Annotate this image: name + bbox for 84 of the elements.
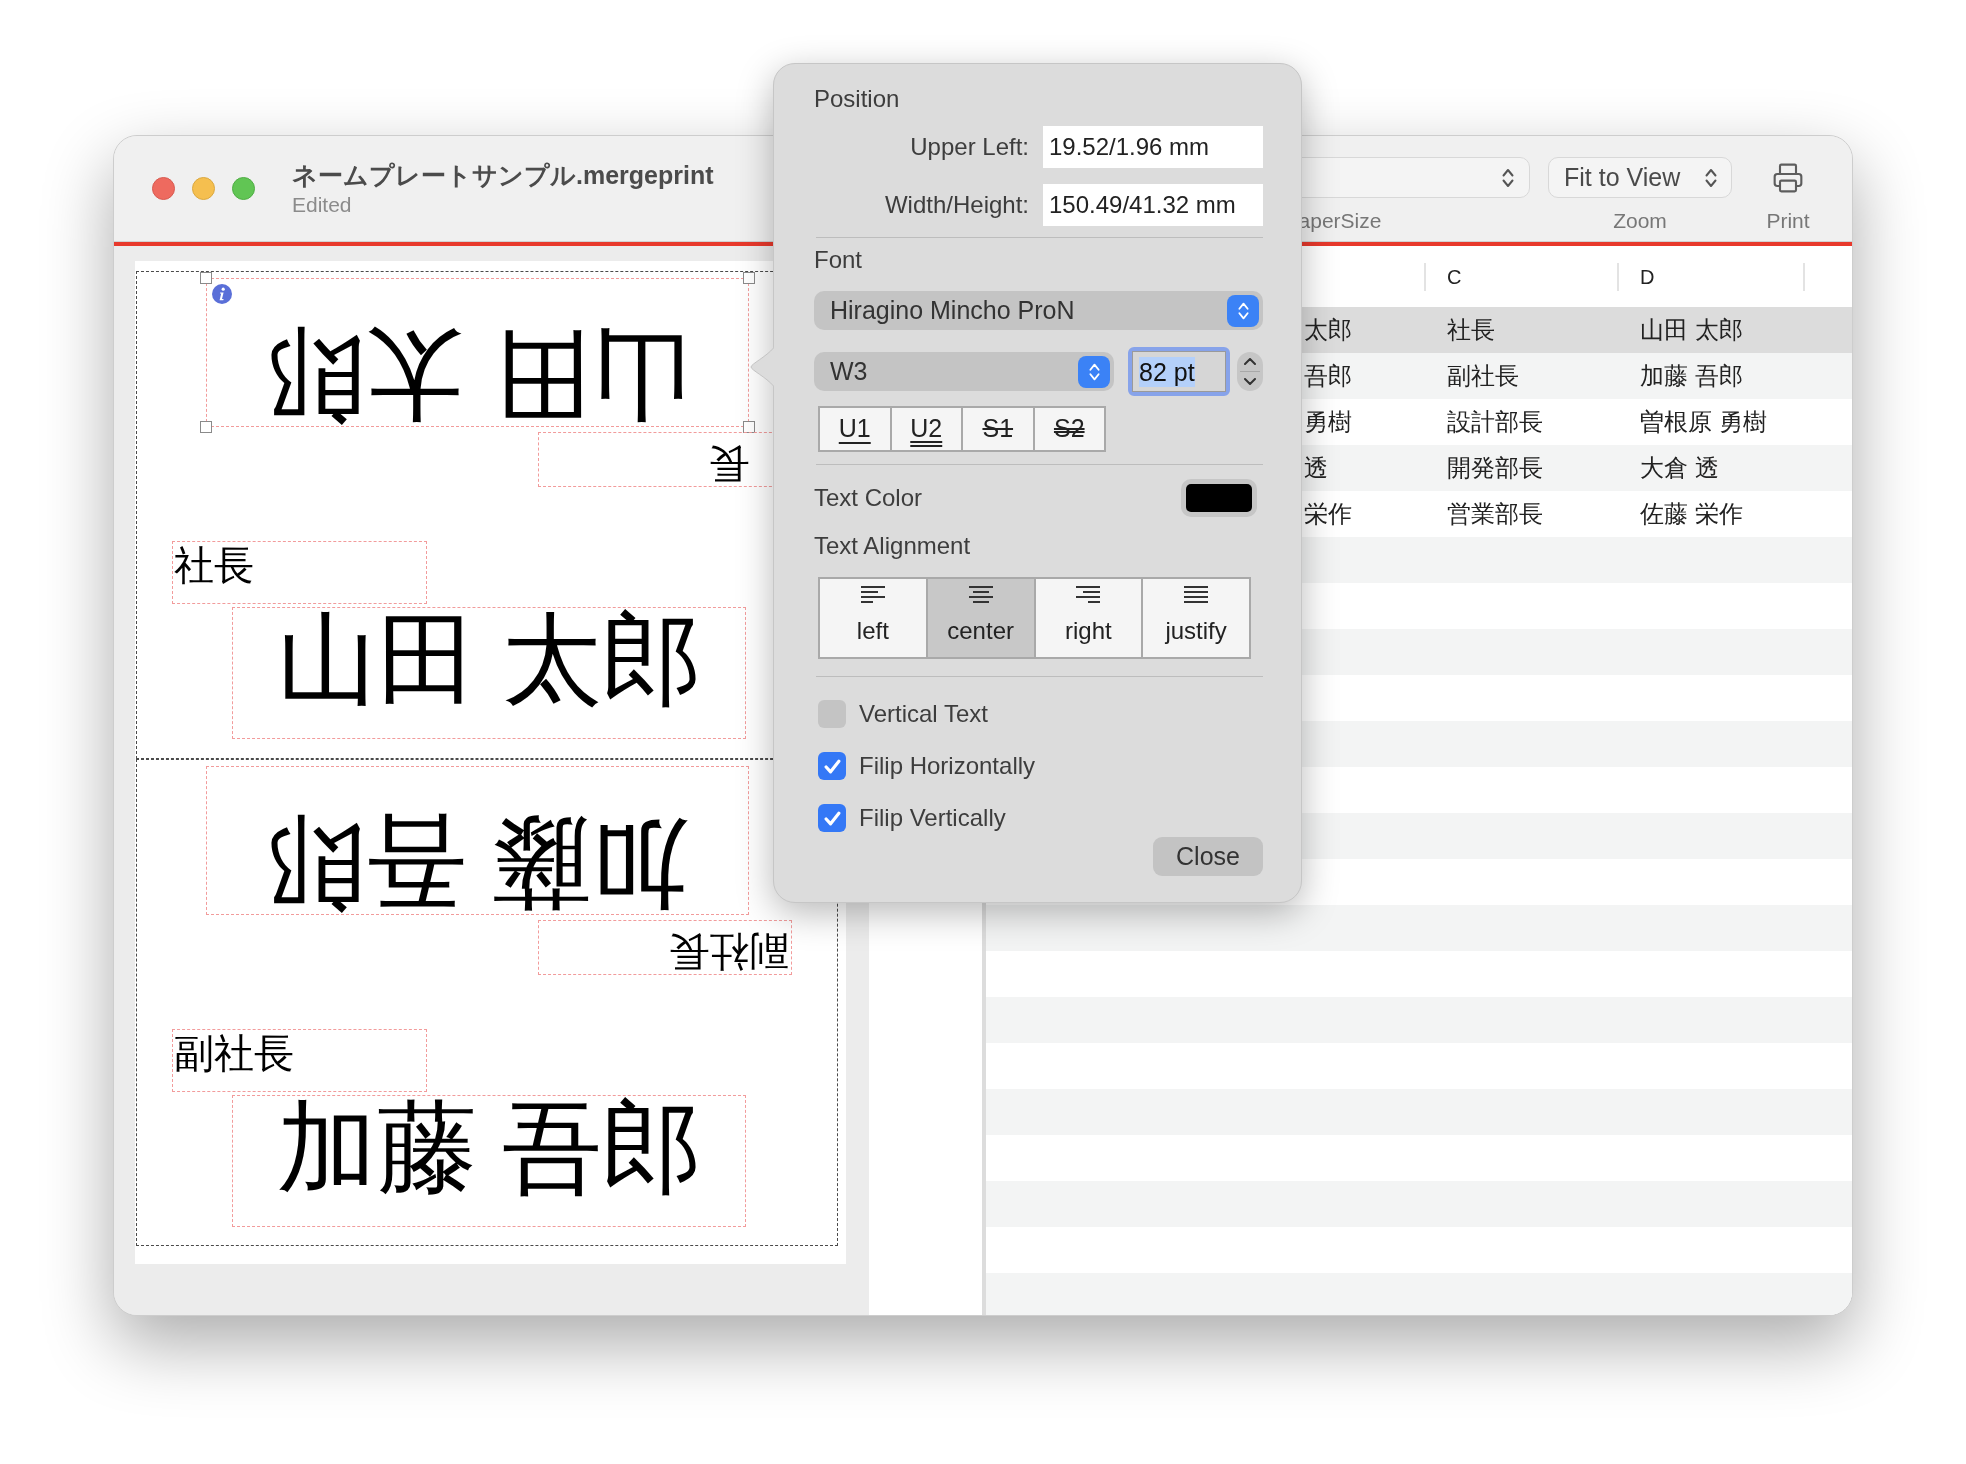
input-field[interactable]: 19.52/1.96 mm	[1043, 126, 1263, 168]
updown-arrows-icon	[1227, 294, 1259, 327]
resize-handle[interactable]	[200, 421, 212, 433]
table-cell-text: 山田 太郎	[1639, 315, 1744, 345]
job-title-text: 長	[709, 440, 749, 486]
table-cell-text: 栄作	[1304, 499, 1353, 529]
checkbox[interactable]	[818, 752, 846, 780]
alignment-button[interactable]: right	[1035, 579, 1142, 657]
checkmark-icon	[823, 810, 841, 826]
checkmark-icon	[823, 758, 841, 774]
zoom-popup[interactable]: Fit to View	[1548, 157, 1732, 198]
table-cell-text: 社長	[1446, 315, 1496, 345]
text-style-button[interactable]: U1	[820, 408, 890, 450]
column-header[interactable]: C	[1426, 246, 1619, 307]
window-title: ネームプレートサンプル.mergeprint	[292, 160, 714, 190]
section-heading: Position	[814, 84, 900, 114]
text-frame[interactable]: 副社長	[172, 1029, 427, 1092]
table-cell-text: 曽根原 勇樹	[1639, 407, 1768, 437]
resize-handle[interactable]	[200, 272, 212, 284]
table-cell-text: 営業部長	[1446, 499, 1544, 529]
text-frame[interactable]: 副社長	[538, 920, 792, 975]
table-cell-text: 設計部長	[1446, 407, 1544, 437]
section-heading: Font	[814, 245, 863, 275]
job-title-text: 副社長	[669, 928, 789, 974]
align-right-icon	[1076, 586, 1101, 603]
alignment-button[interactable]: justify	[1143, 579, 1249, 657]
close-button[interactable]	[152, 177, 175, 200]
text-style-button[interactable]: S1	[963, 408, 1033, 450]
table-cell-text: 大倉 透	[1639, 453, 1720, 483]
resize-handle[interactable]	[743, 272, 755, 284]
checkbox[interactable]	[818, 804, 846, 832]
chevron-updown-icon	[1705, 167, 1717, 188]
document-status: Edited	[292, 192, 352, 218]
checkbox[interactable]	[818, 700, 846, 728]
font-family-popup[interactable]: Hiragino Mincho ProN	[814, 291, 1263, 330]
align-left-icon	[860, 586, 885, 603]
size-stepper[interactable]	[1237, 352, 1263, 391]
chevron-down-icon	[1244, 378, 1256, 385]
text-style-button[interactable]: S2	[1034, 408, 1104, 450]
person-name-text: 山田 太郎	[276, 611, 702, 711]
table-cell-text: 勇樹	[1304, 407, 1353, 437]
toolbar-label: aperSize	[1298, 209, 1382, 233]
field-label: Text Color	[814, 483, 923, 513]
checkbox-label: Filip Vertically	[859, 803, 1006, 833]
text-style-button[interactable]: U2	[891, 408, 961, 450]
input-field[interactable]: 150.49/41.32 mm	[1043, 184, 1263, 226]
align-center-icon	[968, 586, 993, 603]
table-cell-text: 開発部長	[1446, 453, 1544, 483]
text-frame[interactable]: 山田 太郎	[232, 607, 746, 739]
text-frame[interactable]: 加藤 吾郎	[206, 766, 749, 915]
table-cell-text: 太郎	[1304, 315, 1353, 345]
alignment-button[interactable]: center	[927, 579, 1034, 657]
font-size-field[interactable]: 82 pt	[1128, 347, 1230, 396]
print-button[interactable]: Print	[1757, 157, 1819, 233]
font-weight-popup[interactable]: W3	[814, 352, 1114, 391]
fullscreen-button[interactable]	[232, 177, 255, 200]
checkbox-label: Filip Horizontally	[859, 751, 1036, 781]
field-label: Text Alignment	[814, 531, 971, 561]
table-cell-text: 吾郎	[1304, 361, 1353, 391]
checkbox-label: Vertical Text	[859, 699, 988, 729]
table-cell-text: 佐藤 栄作	[1639, 499, 1744, 529]
resize-handle[interactable]	[743, 421, 755, 433]
field-label: Width/Height:	[884, 190, 1029, 220]
job-title-text: 副社長	[174, 1031, 294, 1077]
text-frame[interactable]: 加藤 吾郎	[232, 1095, 746, 1227]
chevron-updown-icon	[1502, 167, 1514, 188]
toolbar-label: Zoom	[1613, 209, 1667, 233]
table-cell-text: 加藤 吾郎	[1639, 361, 1744, 391]
printer-icon	[1772, 161, 1804, 194]
chevron-up-icon	[1244, 358, 1256, 365]
close-button[interactable]: Close	[1153, 837, 1263, 876]
align-justify-icon	[1184, 586, 1209, 603]
person-name-text: 加藤 吾郎	[276, 1099, 702, 1199]
updown-arrows-icon	[1078, 355, 1110, 388]
column-header[interactable]: D	[1619, 246, 1805, 307]
table-cell-text: 副社長	[1446, 361, 1520, 391]
alignment-button[interactable]: left	[820, 579, 926, 657]
text-frame[interactable]: 社長	[172, 541, 427, 604]
field-label: Upper Left:	[910, 132, 1029, 162]
job-title-text: 社長	[174, 543, 254, 589]
table-cell-text: 透	[1304, 453, 1329, 483]
info-icon[interactable]	[212, 284, 232, 304]
person-name-text: 山田 太郎	[265, 323, 690, 423]
person-name-text: 加藤 吾郎	[265, 811, 690, 911]
